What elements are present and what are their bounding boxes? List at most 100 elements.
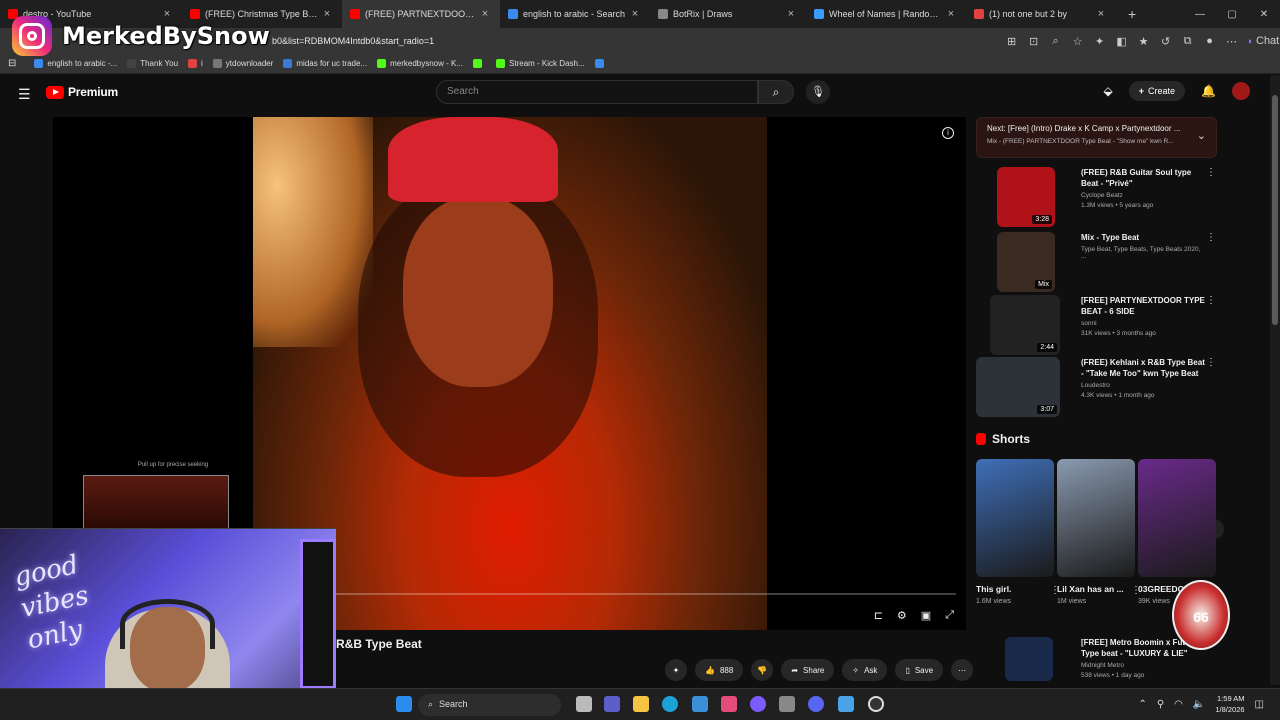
obs-icon[interactable] (868, 696, 884, 712)
settings-gear-icon[interactable]: ⚙ (897, 609, 907, 622)
bookmark-item[interactable]: Thank You (127, 59, 178, 68)
dislike-button[interactable]: 👎 (751, 659, 774, 681)
more-actions-button[interactable]: ⋯ (951, 659, 974, 681)
windows-start-icon[interactable] (396, 696, 412, 712)
edge-icon[interactable] (662, 696, 678, 712)
search-button[interactable]: ⌕ (758, 80, 794, 104)
bookmarks-menu-icon[interactable]: ⊟ (8, 58, 16, 69)
sparkle-icon[interactable]: ✦ (665, 659, 687, 681)
account-avatar[interactable] (1232, 82, 1250, 100)
close-tab-icon[interactable]: × (1094, 8, 1108, 20)
captions-icon[interactable]: ⊏ (874, 609, 883, 622)
file-explorer-icon[interactable] (633, 696, 649, 712)
minimize-button[interactable]: — (1184, 9, 1216, 20)
save-button[interactable]: ▯ Save (895, 659, 944, 681)
bookmark-item[interactable]: Stream - Kick Dash... (496, 59, 585, 68)
video-thumbnail[interactable]: 3:28 (997, 167, 1055, 227)
voice-search-button[interactable]: 🎙 (806, 80, 830, 104)
chevron-up-icon[interactable]: ⌃ (1138, 699, 1146, 710)
more-options-icon[interactable]: ⋮ (1206, 295, 1216, 306)
browser-tab[interactable]: (FREE) PARTNEXTDOOR Type× (342, 0, 500, 28)
url-field[interactable]: b0&list=RDBMOM4Intdb0&start_radio=1 (272, 36, 434, 46)
browser-tab[interactable]: (1) not one but 2 by × (966, 0, 1116, 28)
bookmark-item[interactable] (473, 59, 486, 68)
close-tab-icon[interactable]: × (320, 8, 334, 20)
up-next-box[interactable]: Next: [Free] (Intro) Drake x K Camp x Pa… (976, 117, 1217, 158)
share-button[interactable]: ➦ Share (781, 659, 835, 681)
recommendation-item[interactable]: 3:07 (FREE) Kehlani x R&B Type Beat - "Ta… (976, 357, 1218, 417)
video-thumbnail[interactable]: Mix (997, 232, 1055, 292)
search-input[interactable]: Search (436, 80, 758, 104)
short-item[interactable]: Lil Xan has an ... 1M views ⋮ (1057, 459, 1141, 605)
zoom-icon[interactable]: ⌕ (1049, 35, 1063, 48)
browser-tab[interactable]: Wheel of Names | Random name× (806, 0, 966, 28)
collections-icon[interactable]: ⧉ (1181, 35, 1195, 48)
notifications-bell-icon[interactable]: 🔔 (1201, 84, 1216, 98)
apps-icon[interactable]: ⊡ (1027, 35, 1041, 48)
bookmark-item[interactable] (594, 59, 608, 68)
recommendation-item[interactable]: Mix Mix - Type Beat Type Beat, Type Beats,… (976, 232, 1218, 292)
close-tab-icon[interactable]: × (478, 8, 492, 20)
taskbar-search[interactable]: ⌕ Search (418, 694, 561, 716)
info-icon[interactable]: i (942, 127, 954, 139)
maximize-button[interactable]: ▢ (1216, 9, 1248, 20)
new-tab-button[interactable]: + (1128, 6, 1136, 22)
bookmark-item[interactable]: merkedbysnow - K... (377, 59, 463, 68)
recommendation-item[interactable]: 3:28 (FREE) R&B Guitar Soul type Beat - "… (976, 167, 1218, 227)
more-options-icon[interactable]: ⋮ (1206, 232, 1216, 243)
short-thumbnail[interactable] (1138, 459, 1216, 577)
copilot-chat-button[interactable]: ◑ Chat (1247, 35, 1280, 47)
bookmark-icon (496, 59, 506, 68)
split-screen-icon[interactable]: ◧ (1115, 35, 1129, 48)
teams-icon[interactable] (604, 696, 620, 712)
notepad-icon[interactable] (838, 696, 854, 712)
short-thumbnail[interactable] (976, 459, 1054, 577)
bookmark-item[interactable]: midas for uc trade... (283, 59, 367, 68)
cast-icon[interactable]: ⬙ (1104, 84, 1113, 98)
translate-icon[interactable]: ⊞ (1005, 35, 1019, 48)
browser-tab[interactable]: BotRix | Draws × (650, 0, 806, 28)
fullscreen-icon[interactable]: ⤢ (945, 609, 954, 622)
favorite-star-icon[interactable]: ☆ (1071, 35, 1085, 48)
create-button[interactable]: + Create (1128, 81, 1186, 101)
volume-icon[interactable]: 🔈 (1193, 699, 1205, 710)
app-icon[interactable] (721, 696, 737, 712)
notification-icon[interactable]: ◫ (1255, 699, 1264, 710)
like-button[interactable]: 👍 888 (695, 659, 744, 681)
extensions-icon[interactable]: ✦ (1093, 35, 1107, 48)
short-thumbnail[interactable] (1057, 459, 1135, 577)
favorites-icon[interactable]: ★ (1137, 35, 1151, 48)
bookmark-item[interactable]: i (188, 59, 203, 68)
copilot-icon[interactable] (750, 696, 766, 712)
miniplayer-icon[interactable]: ▣ (921, 609, 931, 622)
video-thumbnail[interactable]: 2:44 (990, 295, 1060, 355)
chevron-down-icon[interactable]: ⌄ (1197, 129, 1206, 142)
ask-button[interactable]: ✧ Ask (842, 659, 888, 681)
more-menu-icon[interactable]: ⋯ (1225, 35, 1239, 48)
discord-icon[interactable] (808, 696, 824, 712)
short-item[interactable]: This girl. 1.6M views ⋮ (976, 459, 1060, 605)
bookmark-item[interactable]: english to arabic -... (34, 59, 117, 68)
close-window-button[interactable]: ✕ (1248, 9, 1280, 20)
youtube-logo[interactable]: Premium (46, 85, 118, 99)
browser-tab[interactable]: english to arabic - Search × (500, 0, 650, 28)
more-options-icon[interactable]: ⋮ (1206, 167, 1216, 178)
task-view-icon[interactable] (576, 696, 592, 712)
clock[interactable]: 1:59 AM 1/8/2026 (1215, 693, 1244, 715)
close-tab-icon[interactable]: × (628, 8, 642, 20)
bookmark-item[interactable]: ytdownloader (212, 59, 273, 68)
profile-avatar[interactable]: ● (1203, 35, 1217, 47)
history-icon[interactable]: ↺ (1159, 35, 1173, 48)
store-icon[interactable] (692, 696, 708, 712)
settings-app-icon[interactable] (779, 696, 795, 712)
more-options-icon[interactable]: ⋮ (1206, 357, 1216, 368)
menu-icon[interactable]: ☰ (18, 86, 31, 103)
page-scrollbar[interactable] (1270, 75, 1280, 685)
wifi-icon[interactable]: ◠ (1174, 699, 1183, 710)
network-icon[interactable]: ⚲ (1157, 699, 1164, 710)
close-tab-icon[interactable]: × (944, 8, 958, 20)
close-tab-icon[interactable]: × (784, 8, 798, 20)
video-thumbnail[interactable] (1005, 637, 1053, 681)
recommendation-item[interactable]: 2:44 [FREE] PARTYNEXTDOOR TYPE BEAT - 6 S… (976, 295, 1218, 355)
video-thumbnail[interactable]: 3:07 (976, 357, 1060, 417)
